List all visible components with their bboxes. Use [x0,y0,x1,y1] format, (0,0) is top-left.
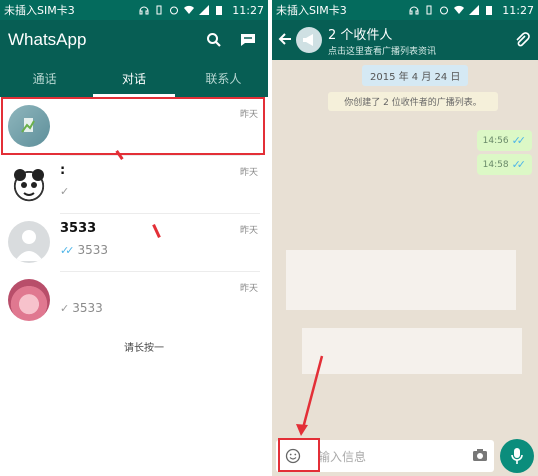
vibrate-icon [156,5,162,15]
paperclip-icon [516,32,530,47]
clock: 11:27 [502,3,534,17]
blurred-region [302,328,522,374]
microphone-icon [511,448,523,464]
broadcast-avatar [296,27,322,53]
long-press-hint: 请长按一 [124,343,164,354]
voice-record-button[interactable] [500,439,534,473]
tab-bar: 通话 对话 联系人 [0,60,268,97]
chat-name: : [60,163,66,178]
wifi-icon [454,5,465,15]
chats-screen: 未插入SIM卡3 11:27 WhatsApp 通话 对话 联系人 昨天: ✓… [0,0,268,476]
new-chat-button[interactable] [236,28,260,52]
message-time: 14:58 [482,159,509,170]
app-bar: WhatsApp [0,20,268,60]
status-bar: 未插入SIM卡3 11:27 [272,0,538,20]
battery-icon [216,6,223,15]
input-placeholder: 输入信息 [318,449,367,464]
search-icon [207,33,221,47]
alarm-icon [170,6,179,15]
chat-subtitle: 点击这里查看广播列表资讯 [328,46,437,57]
single-check-icon: ✓ [60,185,70,198]
chat-row-panda[interactable]: : ✓ 昨天 [0,155,268,213]
clock: 11:27 [232,3,264,17]
chat-preview: 3533 [72,301,103,315]
person-silhouette-icon [15,230,43,261]
default-avatar [8,221,50,263]
chat-time: 昨天 [239,284,258,294]
camera-icon [473,448,487,461]
flower-avatar [8,279,50,321]
tab-chats[interactable]: 对话 [89,60,178,97]
system-note: 你创建了 2 位收件者的广播列表。 [328,92,498,111]
chat-time: 昨天 [239,226,258,236]
double-check-icon: ✓✓ [60,243,75,257]
vibrate-icon [426,5,432,15]
chat-row-3533[interactable]: 3533 ✓✓ 3533 昨天 [0,213,268,271]
annotation-highlight-box [1,97,265,155]
outgoing-message: 14:58 ✓✓ [476,154,532,175]
status-bar: 未插入SIM卡3 11:27 [0,0,268,20]
compose-message-icon [241,34,255,46]
wifi-icon [184,5,195,15]
annotation-highlight-box [278,438,320,472]
back-arrow-icon[interactable] [278,30,294,51]
date-pill: 2015 年 4 月 24 日 [362,65,469,86]
signal-icon [469,5,480,15]
battery-icon [486,6,493,15]
carrier-label: 未插入SIM卡3 [4,4,75,17]
chat-time: 昨天 [239,168,258,178]
blurred-region [286,250,516,310]
message-area: 2015 年 4 月 24 日 你创建了 2 位收件者的广播列表。 14:56 … [272,60,538,436]
tab-calls[interactable]: 通话 [0,60,89,97]
chat-header[interactable]: 2 个收件人 点击这里查看广播列表资讯 [272,20,538,60]
panda-face-icon [14,169,44,196]
message-time: 14:56 [482,135,509,146]
panda-avatar [8,163,50,205]
chat-preview: 3533 [77,243,108,257]
headset-icon [409,6,419,15]
app-title: WhatsApp [8,30,87,49]
double-check-icon: ✓✓ [511,158,527,171]
chat-title: 2 个收件人 [328,27,393,43]
carrier-label: 未插入SIM卡3 [276,4,347,17]
double-check-icon: ✓✓ [511,134,527,147]
outgoing-message: 14:56 ✓✓ [476,130,532,151]
chat-name [60,279,258,297]
broadcast-chat-screen: 未插入SIM卡3 11:27 2 个收件人 点击这里查看广播列表资讯 2015 … [272,0,538,476]
camera-button[interactable] [472,447,488,466]
attach-button[interactable] [512,30,532,50]
chat-row-flower[interactable]: ✓ 3533 昨天 [0,271,268,329]
search-button[interactable] [202,28,226,52]
megaphone-icon [303,34,313,46]
alarm-icon [440,6,449,15]
signal-icon [199,5,210,15]
single-check-icon: ✓ [60,301,70,315]
tab-contacts[interactable]: 联系人 [179,60,268,97]
headset-icon [139,6,149,15]
